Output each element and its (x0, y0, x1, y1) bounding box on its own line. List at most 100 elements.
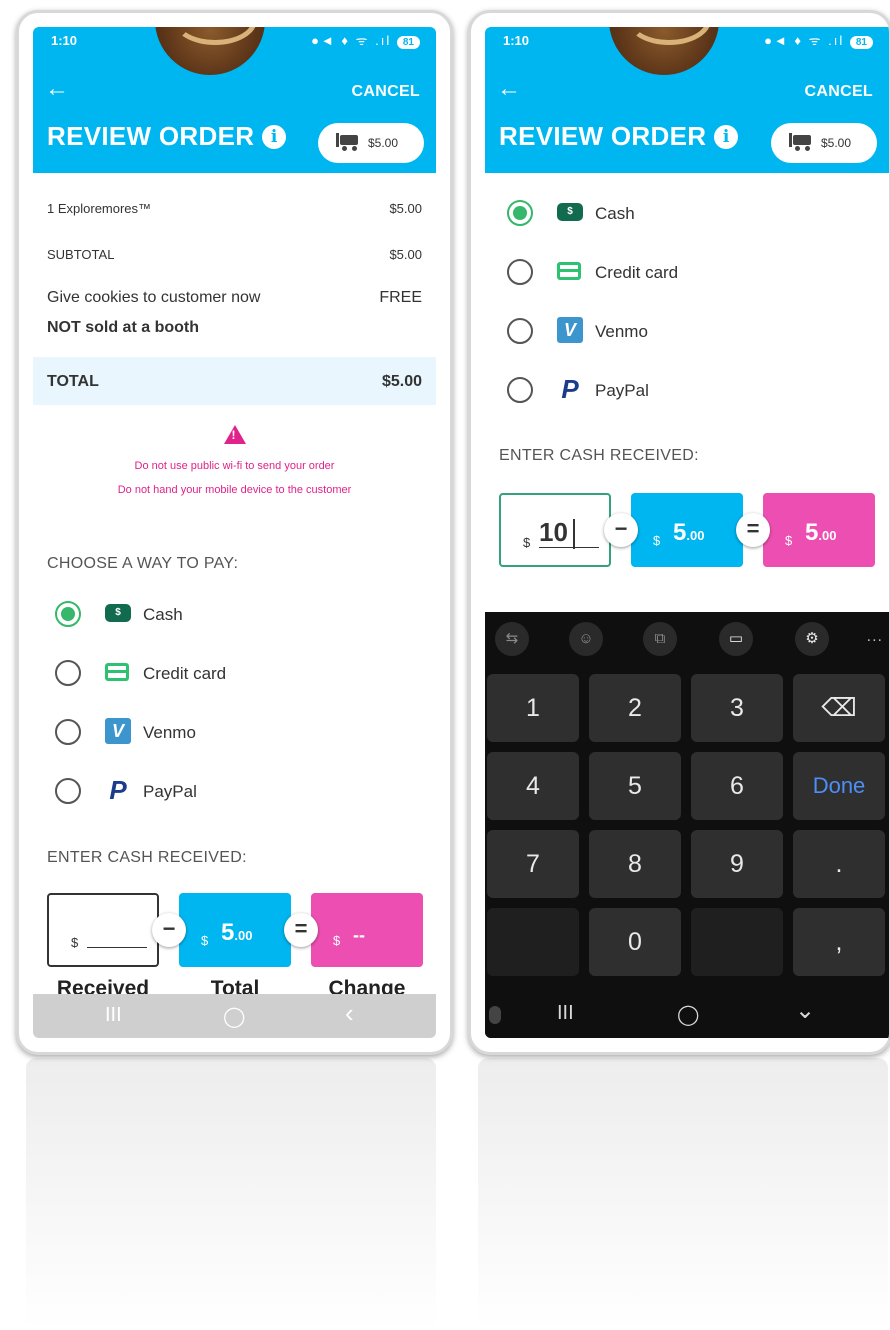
screen: 1:10 ●◄ ♦ ᯤ .ıl 81 ← CANCEL REVIEW ORDER… (485, 27, 889, 1038)
cash-total-box: $ 5.00 (631, 493, 743, 567)
currency-symbol: $ (653, 533, 661, 548)
emoji-icon[interactable]: ☺ (569, 622, 603, 656)
key-2[interactable]: 2 (589, 674, 681, 742)
cart-icon (789, 133, 811, 151)
key-0[interactable]: 0 (589, 908, 681, 976)
key-9[interactable]: 9 (691, 830, 783, 898)
text-caret (573, 519, 575, 549)
cash-received-input[interactable]: $ (47, 893, 159, 967)
change-cents: .00 (818, 528, 837, 543)
radio-cash[interactable] (507, 200, 533, 226)
key-period[interactable]: . (793, 830, 885, 898)
currency-symbol: $ (523, 535, 531, 550)
recents-icon[interactable]: III (557, 1002, 574, 1025)
pay-option-credit[interactable]: Credit card (55, 656, 355, 690)
screen: 1:10 ●◄ ♦ ᯤ .ıl 81 ← CANCEL REVIEW ORDER… (33, 27, 436, 1038)
credit-icon-wrap (557, 262, 583, 282)
venmo-icon-wrap: V (105, 718, 131, 744)
app-header: 1:10 ●◄ ♦ ᯤ .ıl 81 ← CANCEL REVIEW ORDER… (485, 27, 889, 173)
pay-option-paypal[interactable]: P PayPal (55, 774, 355, 808)
subtotal-row: SUBTOTAL $5.00 (47, 247, 422, 262)
cancel-button[interactable]: CANCEL (805, 83, 873, 101)
radio-cash[interactable] (55, 601, 81, 627)
venmo-icon: V (557, 317, 583, 343)
cash-section-label: ENTER CASH RECEIVED: (47, 849, 247, 866)
page-title: REVIEW ORDER i (499, 121, 739, 152)
venmo-icon-wrap: V (557, 317, 583, 343)
cash-received-input[interactable]: $ 10 (499, 493, 611, 567)
radio-venmo[interactable] (55, 719, 81, 745)
numeric-keyboard: ⇆ ☺ ⧉ ▭ ⚙ ... 1 2 3 ⌫ 4 5 6 Done 7 8 9 .… (485, 612, 889, 1038)
phone-review-order: 1:10 ●◄ ♦ ᯤ .ıl 81 ← CANCEL REVIEW ORDER… (16, 10, 453, 1055)
home-icon[interactable]: ◯ (223, 1004, 245, 1029)
back-arrow-icon[interactable]: ← (45, 75, 69, 103)
clipboard-icon[interactable]: ▭ (719, 622, 753, 656)
pay-option-cash[interactable]: $ Cash (507, 196, 807, 230)
translate-icon[interactable]: ⇆ (495, 622, 529, 656)
signal-icons: ●◄ ♦ ᯤ .ıl (311, 33, 392, 48)
recents-icon[interactable]: III (105, 1004, 122, 1027)
app-header: 1:10 ●◄ ♦ ᯤ .ıl 81 ← CANCEL REVIEW ORDER… (33, 27, 436, 173)
settings-gear-icon[interactable]: ⚙ (795, 622, 829, 656)
info-icon[interactable]: i (262, 125, 287, 149)
pay-option-cash[interactable]: $ Cash (55, 597, 355, 631)
cash-change-box: $ 5.00 (763, 493, 875, 567)
status-time: 1:10 (51, 33, 78, 48)
cash-icon: $ (105, 604, 131, 622)
more-icon[interactable]: ... (867, 628, 883, 646)
back-arrow-icon[interactable]: ← (497, 75, 521, 103)
paypal-icon-wrap: P (105, 776, 131, 804)
cart-total: $5.00 (821, 136, 852, 150)
pay-section-label: CHOOSE A WAY TO PAY: (47, 555, 239, 572)
radio-venmo[interactable] (507, 318, 533, 344)
delivery-row: Give cookies to customer now FREE (47, 289, 422, 307)
pay-option-venmo[interactable]: V Venmo (55, 715, 355, 749)
cancel-button[interactable]: CANCEL (352, 83, 420, 101)
clipboard-stack-icon[interactable]: ⧉ (643, 622, 677, 656)
cart-button[interactable]: $5.00 (771, 123, 877, 163)
cash-icon: $ (557, 203, 583, 221)
key-comma[interactable]: , (793, 908, 885, 976)
radio-credit[interactable] (507, 259, 533, 285)
key-4[interactable]: 4 (487, 752, 579, 820)
info-icon[interactable]: i (714, 125, 739, 149)
key-7[interactable]: 7 (487, 830, 579, 898)
key-8[interactable]: 8 (589, 830, 681, 898)
security-warning: Do not use public wi-fi to send your ord… (33, 425, 436, 502)
key-6[interactable]: 6 (691, 752, 783, 820)
radio-paypal[interactable] (55, 778, 81, 804)
total-row: TOTAL $5.00 (33, 357, 436, 405)
phone-cash-entry: 1:10 ●◄ ♦ ᯤ .ıl 81 ← CANCEL REVIEW ORDER… (468, 10, 890, 1055)
cart-button[interactable]: $5.00 (318, 123, 424, 163)
venmo-icon: V (105, 718, 131, 744)
total-label: TOTAL (47, 373, 99, 390)
hide-keyboard-icon[interactable]: ⌄ (795, 996, 815, 1025)
keyboard-toolbar: ⇆ ☺ ⧉ ▭ ⚙ ... (485, 612, 889, 666)
microphone-icon[interactable] (489, 1006, 501, 1024)
cookie-image (609, 27, 719, 75)
pay-option-credit[interactable]: Credit card (507, 255, 807, 289)
key-1[interactable]: 1 (487, 674, 579, 742)
done-key[interactable]: Done (793, 752, 885, 820)
status-time: 1:10 (503, 33, 530, 48)
warning-icon (223, 425, 246, 444)
home-icon[interactable]: ◯ (677, 1002, 699, 1027)
radio-credit[interactable] (55, 660, 81, 686)
back-icon[interactable]: ‹ (345, 998, 354, 1029)
input-underline (87, 947, 147, 948)
cash-section-label: ENTER CASH RECEIVED: (499, 447, 699, 464)
radio-paypal[interactable] (507, 377, 533, 403)
cash-icon-wrap: $ (557, 203, 583, 223)
minus-icon: − (604, 513, 638, 547)
equals-icon: = (736, 513, 770, 547)
total-whole: 5 (221, 919, 235, 946)
cookie-image (155, 27, 265, 75)
pay-option-paypal[interactable]: P PayPal (507, 373, 807, 407)
pay-option-venmo[interactable]: V Venmo (507, 314, 807, 348)
key-3[interactable]: 3 (691, 674, 783, 742)
warning-line-2: Do not hand your mobile device to the cu… (117, 484, 352, 496)
pay-option-label: Venmo (595, 322, 648, 341)
backspace-key-icon[interactable]: ⌫ (793, 674, 885, 742)
minus-icon: − (152, 913, 186, 947)
key-5[interactable]: 5 (589, 752, 681, 820)
